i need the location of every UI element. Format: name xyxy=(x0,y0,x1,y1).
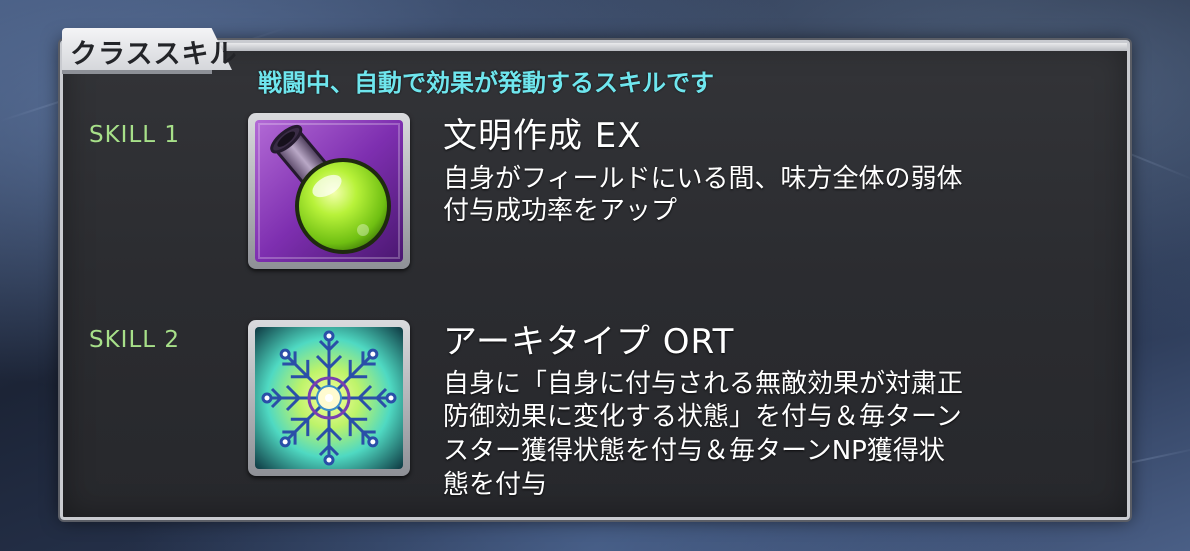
skill-1-label: SKILL 1 xyxy=(89,122,181,148)
skill-1-icon-frame[interactable] xyxy=(248,113,410,269)
skill-2-description-line: 自身に「自身に付与される無敵効果が対粛正 xyxy=(443,369,964,399)
skill-2-description-line: 態を付与 xyxy=(443,470,548,500)
skill-2-description-line: スター獲得状態を付与＆毎ターンNP獲得状 xyxy=(443,436,945,466)
skill-1-description-line: 付与成功率をアップ xyxy=(443,196,678,226)
green-potion-flask-icon xyxy=(255,120,403,262)
skill-2-icon-frame[interactable] xyxy=(248,320,410,476)
panel-title: クラススキル xyxy=(70,39,238,70)
panel-subtitle: 戦闘中、自動で効果が発動するスキルです xyxy=(258,69,714,97)
skill-2-label: SKILL 2 xyxy=(89,327,181,353)
skill-1-description-line: 自身がフィールドにいる間、味方全体の弱体 xyxy=(443,164,963,194)
background-scene: クラススキル 戦闘中、自動で効果が発動するスキルです SKILL 1 文明作成 … xyxy=(0,0,1190,551)
skill-2-name: アーキタイプ ORT xyxy=(443,322,735,362)
skill-1-name: 文明作成 EX xyxy=(443,116,642,156)
skill-2-description-line: 防御効果に変化する状態」を付与＆毎ターン xyxy=(443,402,962,432)
crystal-snowflake-icon xyxy=(255,327,403,469)
